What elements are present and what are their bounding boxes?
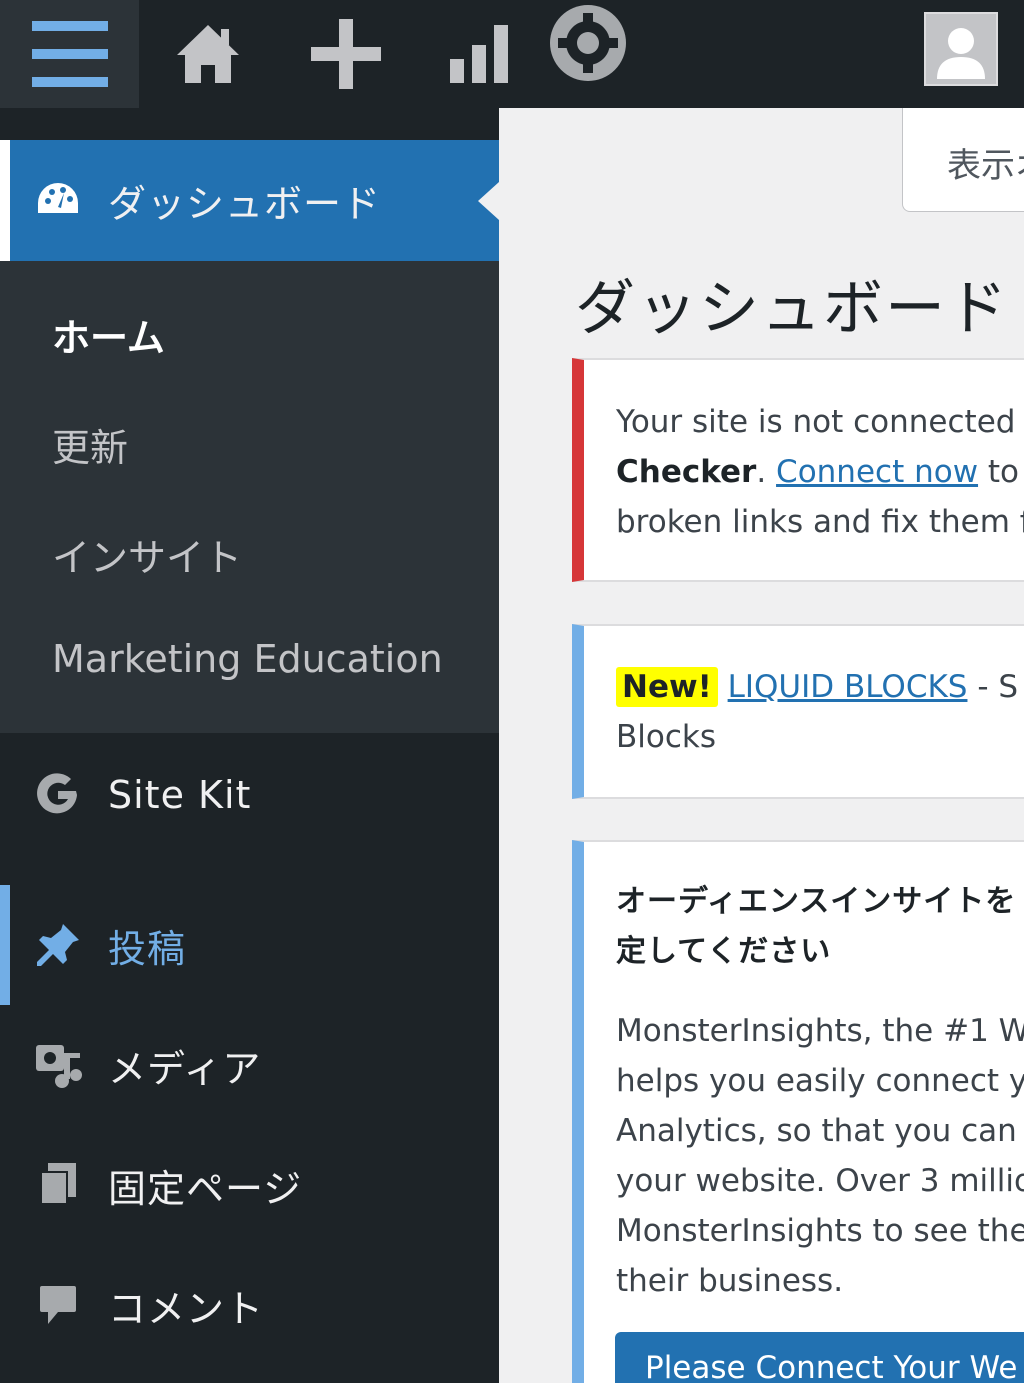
liquid-blocks-link[interactable]: LIQUID BLOCKS <box>728 669 968 705</box>
hamburger-icon <box>31 21 108 87</box>
new-content-button[interactable] <box>308 0 384 108</box>
dashboard-submenu: ホーム 更新 インサイト Marketing Education <box>0 261 499 733</box>
submenu-item-marketing-education[interactable]: Marketing Education <box>52 637 443 681</box>
home-button[interactable] <box>170 0 246 108</box>
notice-text: broken links and fix them f <box>616 504 1024 540</box>
admin-sidebar: ダッシュボード ホーム 更新 インサイト Marketing Education… <box>0 108 499 1383</box>
sidebar-item-label: 投稿 <box>108 926 187 971</box>
sidebar-item-label: メディア <box>108 1046 262 1091</box>
submenu-item-home[interactable]: ホーム <box>52 307 165 362</box>
admin-bar <box>0 0 1024 108</box>
button-label: Please Connect Your We <box>645 1350 1018 1383</box>
notice-text: to <box>978 454 1020 490</box>
sidebar-item-label: コメント <box>108 1286 265 1331</box>
notice-text: - S <box>967 669 1019 705</box>
sidebar-item-pages[interactable]: 固定ページ <box>0 1130 499 1240</box>
sidebar-item-dashboard[interactable]: ダッシュボード <box>0 140 499 261</box>
notice-body-line: their business. <box>616 1263 844 1299</box>
google-g-icon <box>34 771 82 819</box>
notice-text-line2: Checker. Connect now to <box>616 447 1019 497</box>
user-icon <box>937 28 985 79</box>
sidebar-item-label: ダッシュボード <box>108 182 382 226</box>
notice-body-line: your website. Over 3 millio <box>616 1163 1024 1199</box>
sidebar-item-media[interactable]: メディア <box>0 1010 499 1120</box>
connect-website-button[interactable]: Please Connect Your We <box>615 1332 1024 1383</box>
notice-body-line: helps you easily connect y <box>616 1063 1024 1099</box>
notice-body-line: MonsterInsights to see the <box>616 1213 1024 1249</box>
main-content: 表示オ ダッシュボード Your site is not connected C… <box>499 108 1024 1383</box>
current-menu-arrow <box>478 182 499 220</box>
monsterinsights-notice: オーディエンスインサイトを 定してください MonsterInsights, t… <box>572 840 1024 1383</box>
notice-text-line1: New! LIQUID BLOCKS - S <box>616 662 1018 712</box>
screen-options-button[interactable]: 表示オ <box>902 108 1024 212</box>
submenu-item-insights[interactable]: インサイト <box>52 527 242 582</box>
liquid-blocks-notice: New! LIQUID BLOCKS - S Blocks <box>572 624 1024 799</box>
page-title: ダッシュボード <box>575 274 1009 344</box>
plugin-settings-button[interactable] <box>546 0 630 108</box>
sidebar-item-label: 固定ページ <box>108 1166 303 1211</box>
media-icon <box>34 1041 82 1089</box>
notice-body-line: MonsterInsights, the #1 W <box>616 1013 1024 1049</box>
home-icon <box>177 25 239 83</box>
stats-icon <box>450 25 508 83</box>
sidebar-item-label: Site Kit <box>108 773 252 817</box>
dashboard-icon <box>34 177 82 225</box>
notice-text: Your site is not connected <box>616 404 1016 440</box>
pages-icon <box>34 1161 82 1209</box>
screen-options-label: 表示オ <box>947 146 1024 186</box>
notice-body-line: Analytics, so that you can <box>616 1113 1017 1149</box>
stats-button[interactable] <box>444 0 516 108</box>
plus-icon <box>311 19 381 89</box>
sidebar-item-comments[interactable]: コメント <box>0 1250 499 1360</box>
pin-icon <box>34 921 82 969</box>
new-badge: New! <box>616 667 718 707</box>
checker-label: Checker <box>616 454 757 490</box>
user-avatar[interactable] <box>924 12 998 86</box>
notice-heading: オーディエンスインサイトを <box>616 884 1017 919</box>
connect-now-link[interactable]: Connect now <box>776 454 978 490</box>
notice-text: Blocks <box>616 719 716 755</box>
sidebar-item-site-kit[interactable]: Site Kit <box>0 740 499 850</box>
gear-icon <box>550 5 626 81</box>
broken-link-notice: Your site is not connected Checker. Conn… <box>572 358 1024 582</box>
notice-heading: 定してください <box>616 934 832 969</box>
submenu-item-updates[interactable]: 更新 <box>52 417 128 472</box>
sidebar-item-posts[interactable]: 投稿 <box>0 885 499 1005</box>
comment-icon <box>34 1281 82 1329</box>
punctuation: . <box>756 454 767 490</box>
menu-toggle-button[interactable] <box>0 0 139 108</box>
